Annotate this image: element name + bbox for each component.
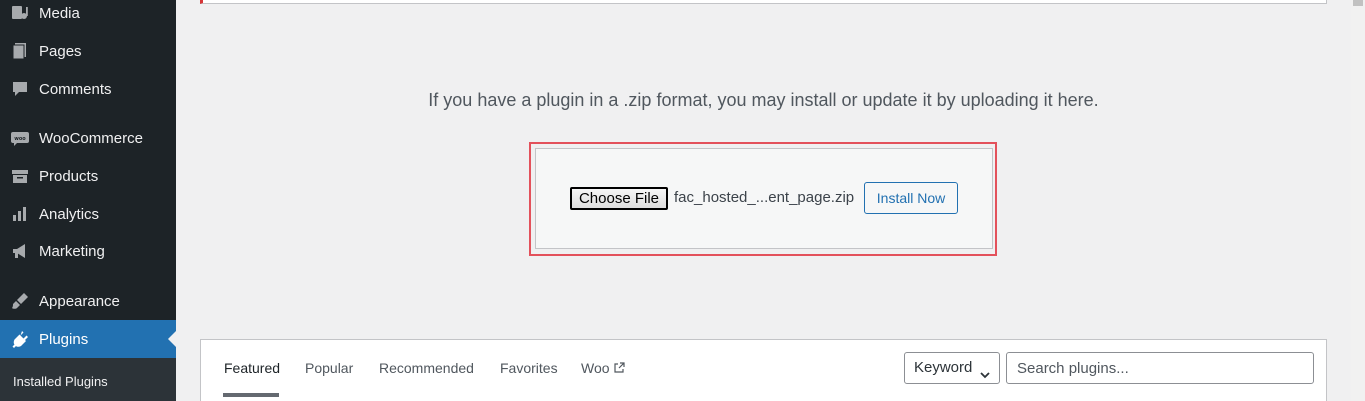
sidebar-item-marketing[interactable]: Marketing [0,232,176,270]
selected-file-name: fac_hosted_...ent_page.zip [674,189,855,206]
scrollbar-thumb[interactable] [1353,0,1363,6]
upload-description: If you have a plugin in a .zip format, y… [428,90,1099,110]
analytics-icon [9,203,31,225]
sidebar-item-plugins[interactable]: Plugins [0,320,176,358]
chevron-down-icon [979,362,991,392]
admin-sidebar: Media Pages Comments woo WooCommerce Pro… [0,0,176,401]
page-scrollbar[interactable] [1351,0,1365,401]
plugins-submenu: Installed Plugins [0,358,176,401]
plugins-icon [9,328,31,350]
svg-text:woo: woo [14,136,26,142]
submenu-item-installed-plugins[interactable]: Installed Plugins [13,374,108,389]
tab-current-indicator [223,393,279,397]
sidebar-item-products[interactable]: Products [0,157,176,195]
sidebar-item-label: Media [39,4,80,22]
sidebar-item-pages[interactable]: Pages [0,32,176,70]
tab-featured[interactable]: Featured [224,360,280,376]
tab-favorites[interactable]: Favorites [500,360,558,376]
sidebar-item-woocommerce[interactable]: woo WooCommerce [0,119,176,157]
sidebar-item-label: WooCommerce [39,129,143,147]
pages-icon [9,40,31,62]
sidebar-item-comments[interactable]: Comments [0,70,176,108]
sidebar-item-label: Marketing [39,242,105,260]
tab-woo[interactable]: Woo [581,360,625,377]
woocommerce-icon: woo [9,127,31,149]
search-type-select[interactable]: Keyword [904,352,1000,384]
search-plugins-input[interactable] [1006,352,1314,384]
choose-file-button[interactable]: Choose File [570,187,668,210]
sidebar-item-label: Comments [39,80,112,98]
comments-icon [9,78,31,100]
appearance-icon [9,290,31,312]
page: Media Pages Comments woo WooCommerce Pro… [0,0,1365,401]
tab-recommended[interactable]: Recommended [379,360,474,376]
notice-box [200,0,1327,4]
tab-woo-label: Woo [581,360,610,376]
sidebar-item-label: Appearance [39,292,120,310]
sidebar-item-label: Analytics [39,205,100,223]
sidebar-item-appearance[interactable]: Appearance [0,282,176,320]
products-icon [9,165,31,187]
sidebar-item-analytics[interactable]: Analytics [0,195,176,233]
sidebar-item-label: Products [39,167,99,185]
tab-popular[interactable]: Popular [305,360,353,376]
search-type-value: Keyword [914,359,973,376]
sidebar-item-label: Pages [39,42,82,60]
media-icon [9,2,31,24]
install-now-button[interactable]: Install Now [864,182,958,214]
external-link-icon [613,361,625,377]
sidebar-item-label: Plugins [39,330,89,348]
sidebar-item-media[interactable]: Media [0,0,176,32]
marketing-icon [9,240,31,262]
